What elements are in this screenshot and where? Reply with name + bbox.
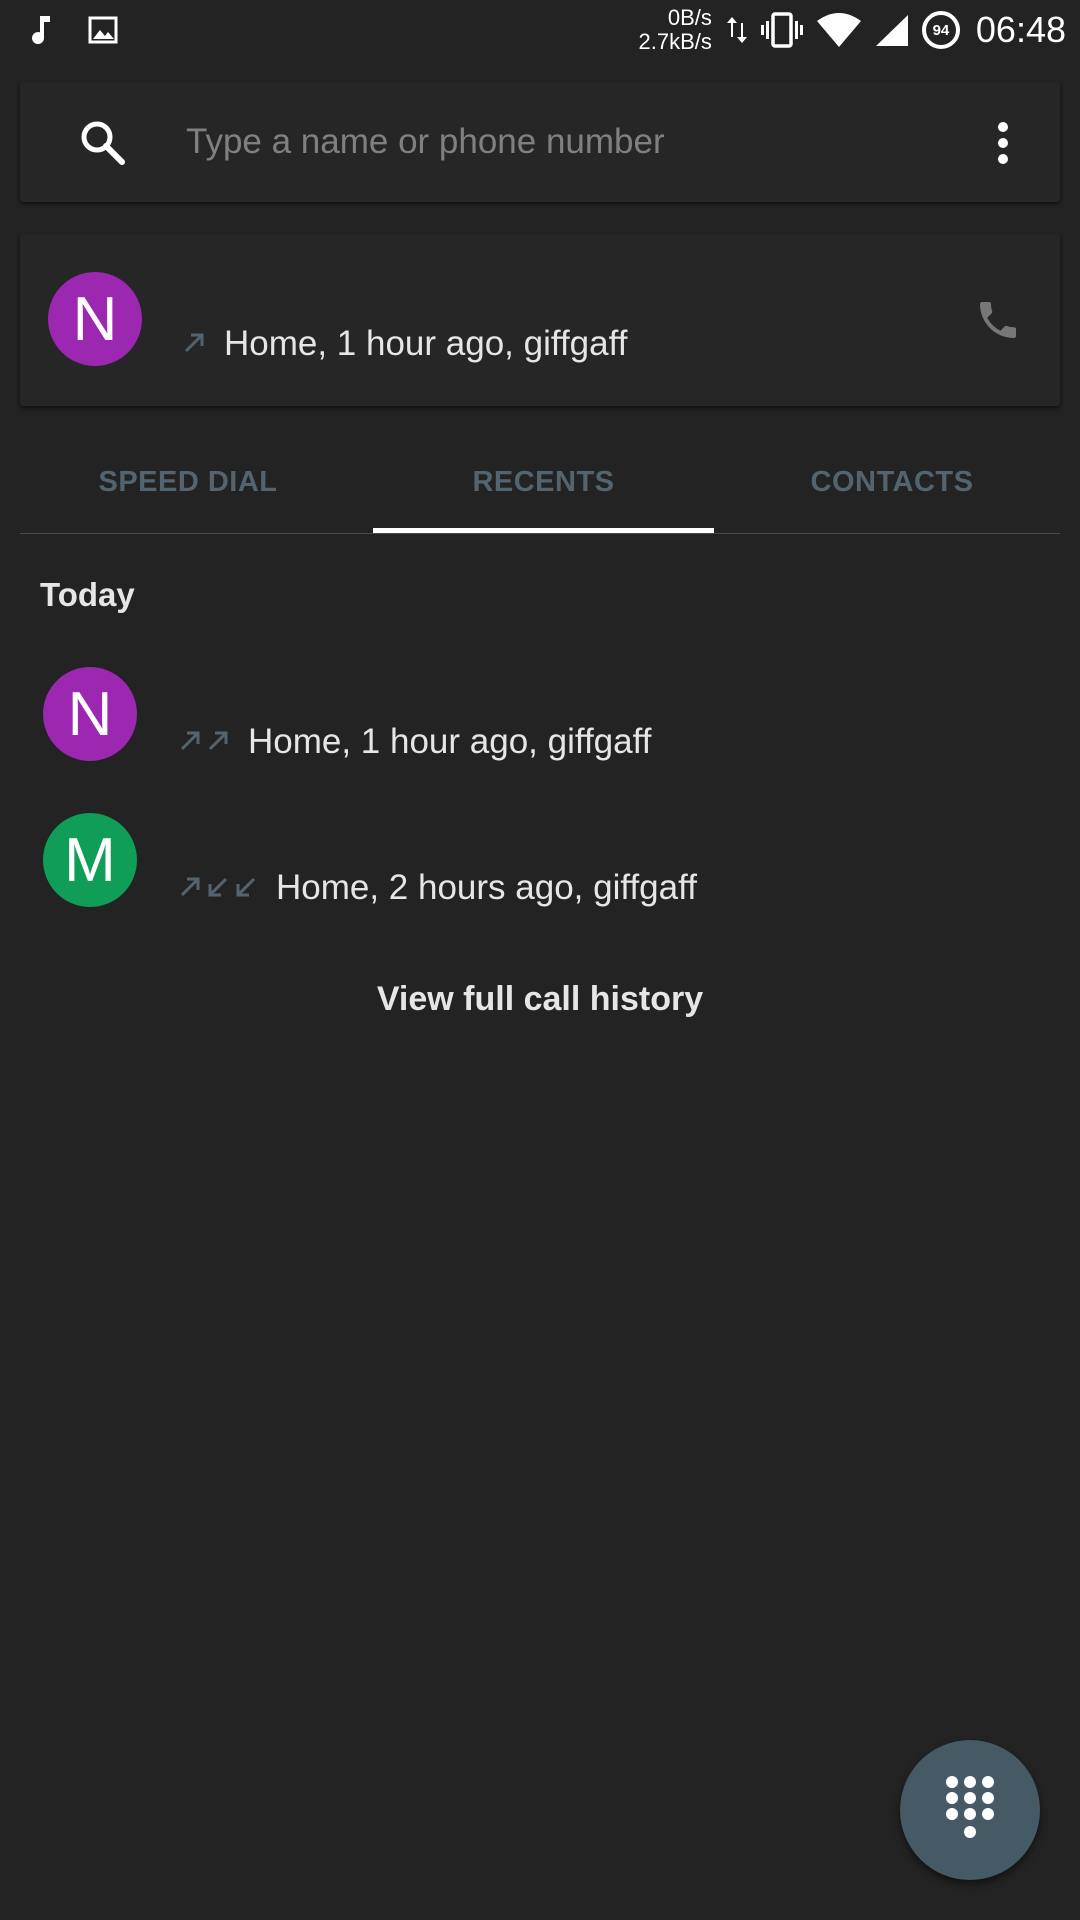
outgoing-call-icon — [206, 722, 230, 762]
recent-call-suggestion-card[interactable]: N Home, 1 hour ago, giffgaff — [20, 234, 1060, 406]
call-detail-text: Home, 1 hour ago, giffgaff — [248, 722, 652, 761]
incoming-call-icon — [206, 868, 230, 908]
battery-icon: 94 — [921, 11, 960, 49]
dialpad-icon — [945, 1775, 995, 1846]
call-detail-text: Home, 2 hours ago, giffgaff — [276, 868, 697, 907]
incoming-call-icon — [234, 868, 258, 908]
image-icon — [88, 15, 118, 50]
outgoing-call-icon — [178, 868, 202, 908]
cell-signal-icon — [874, 13, 910, 47]
avatar[interactable]: N — [43, 667, 137, 761]
avatar[interactable]: M — [43, 813, 137, 907]
wifi-icon — [816, 13, 862, 47]
call-log-row[interactable]: M Home, 2 hours ago, giffgaff — [0, 798, 1080, 918]
call-detail-text: Home, 1 hour ago, giffgaff — [224, 324, 628, 363]
tab-bar: SPEED DIAL RECENTS CONTACTS — [20, 430, 1060, 534]
vibrate-icon — [760, 12, 804, 48]
status-bar: 0B/s 2.7kB/s 94 06:48 — [0, 0, 1080, 64]
view-full-call-history-button[interactable]: View full call history — [0, 980, 1080, 1019]
network-speed: 0B/s 2.7kB/s — [639, 6, 712, 54]
net-down: 2.7kB/s — [638, 29, 712, 54]
section-header: Today — [40, 576, 135, 613]
call-log-row[interactable]: N Home, 1 hour ago, giffgaff — [0, 652, 1080, 772]
search-icon[interactable] — [80, 120, 126, 171]
call-detail: Home, 2 hours ago, giffgaff — [178, 868, 697, 908]
tab-recents[interactable]: RECENTS — [373, 430, 714, 534]
search-input[interactable] — [184, 112, 944, 172]
more-options-icon[interactable] — [996, 122, 1010, 164]
battery-level: 94 — [921, 11, 960, 49]
outgoing-call-icon — [182, 324, 206, 364]
divider — [20, 533, 1060, 534]
search-bar[interactable] — [20, 82, 1060, 202]
data-transfer-icon — [726, 13, 748, 47]
phone-icon[interactable] — [974, 296, 1022, 349]
outgoing-call-icon — [178, 722, 202, 762]
avatar: N — [48, 272, 142, 366]
clock: 06:48 — [975, 9, 1066, 50]
net-up: 0B/s — [667, 5, 712, 30]
music-note-icon — [28, 14, 54, 51]
tab-contacts[interactable]: CONTACTS — [724, 430, 1060, 534]
call-detail: Home, 1 hour ago, giffgaff — [182, 324, 627, 364]
call-detail: Home, 1 hour ago, giffgaff — [178, 722, 651, 762]
tab-speed-dial[interactable]: SPEED DIAL — [20, 430, 356, 534]
dialpad-button[interactable] — [900, 1740, 1040, 1880]
